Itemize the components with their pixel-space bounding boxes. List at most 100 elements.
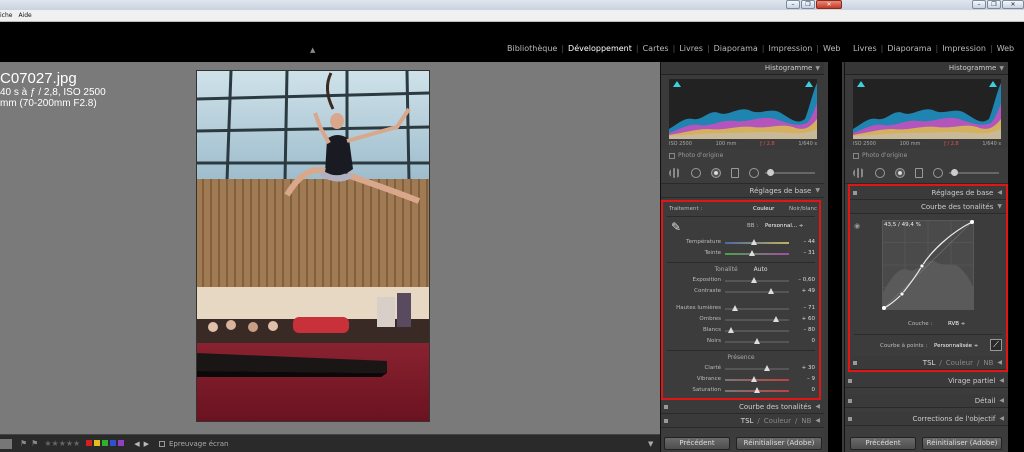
spot-removal-icon-2[interactable]	[875, 168, 885, 178]
reset-button[interactable]: Réinitialiser (Adobe)	[736, 436, 822, 450]
blacks-thumb[interactable]	[754, 338, 760, 344]
color-label-red[interactable]	[86, 439, 93, 446]
whites-value[interactable]: – 80	[804, 327, 816, 333]
whites-track[interactable]	[725, 330, 789, 332]
temperature-thumb[interactable]	[751, 239, 758, 245]
tone-curve-header-left[interactable]: Courbe des tonalités ◀	[661, 400, 824, 414]
basic-section-header-2[interactable]: Réglages de base ◀	[850, 186, 1006, 200]
vibrance-value[interactable]: – 9	[807, 376, 815, 382]
tint-thumb[interactable]	[748, 250, 755, 256]
graduated-filter-icon-2[interactable]	[915, 168, 923, 178]
histogram-header-2[interactable]: Histogramme ▼	[845, 62, 1008, 75]
maximize-button[interactable]: ❐	[801, 0, 815, 9]
blacks-value[interactable]: 0	[812, 338, 816, 344]
original-photo-checkbox[interactable]	[669, 152, 675, 159]
menu-fichier[interactable]: iche	[0, 12, 12, 19]
brush-slider-knob-2[interactable]	[951, 169, 958, 176]
red-eye-icon-2[interactable]	[895, 168, 905, 178]
treatment-bw-option[interactable]: Noir/blanc	[789, 206, 817, 212]
wb-select[interactable]: Personnal... ÷	[765, 223, 803, 229]
temperature-value[interactable]: – 44	[804, 239, 816, 245]
close-button-2[interactable]: ✕	[1002, 0, 1024, 9]
module-slideshow[interactable]: Diaporama	[711, 44, 761, 53]
highlights-value[interactable]: – 71	[804, 305, 816, 311]
detail-header[interactable]: Détail ◀	[845, 394, 1008, 408]
menu-aide[interactable]: Aide	[18, 12, 31, 19]
module-map[interactable]: Cartes	[640, 44, 672, 53]
original-photo-toggle-2[interactable]: Photo d'origine	[845, 149, 1008, 162]
hsl-header-left[interactable]: TSL / Couleur / NB ◀	[661, 414, 824, 428]
toolbar-menu-arrow-icon[interactable]: ▼	[648, 440, 653, 448]
color-label-blue[interactable]	[110, 439, 117, 446]
contrast-value[interactable]: + 49	[802, 288, 815, 294]
saturation-value[interactable]: 0	[812, 387, 816, 393]
color-tab-left[interactable]: Couleur	[764, 417, 791, 425]
module-book[interactable]: Livres	[676, 44, 706, 53]
module-web[interactable]: Web	[820, 44, 843, 53]
shadows-thumb[interactable]	[773, 316, 780, 322]
view-mode-icon[interactable]	[0, 438, 12, 449]
vibrance-thumb[interactable]	[751, 376, 758, 382]
shadows-track[interactable]	[725, 319, 789, 321]
channel-select[interactable]: RVB ÷	[948, 321, 965, 327]
star-rating[interactable]: ★★★★★	[44, 439, 80, 448]
color-label-green[interactable]	[102, 439, 109, 446]
exposure-track[interactable]	[725, 280, 789, 282]
bw-tab-left[interactable]: NB	[801, 417, 811, 425]
lens-corrections-header[interactable]: Corrections de l'objectif ◀	[845, 412, 1008, 426]
flag-icon[interactable]: ⚑	[20, 439, 27, 448]
collapse-top-arrow-icon[interactable]: ▲	[310, 46, 315, 54]
radial-filter-icon-2[interactable]	[933, 168, 943, 178]
point-edit-icon[interactable]: ⟋	[990, 339, 1002, 351]
original-photo-toggle[interactable]: Photo d'origine	[661, 149, 824, 162]
spot-removal-icon[interactable]	[691, 168, 701, 178]
treatment-color-option[interactable]: Couleur	[753, 206, 774, 212]
crop-grid-icon[interactable]	[669, 168, 681, 178]
color-label-purple[interactable]	[118, 439, 125, 446]
module-web-2[interactable]: Web	[994, 44, 1017, 53]
crop-grid-icon-2[interactable]	[853, 168, 865, 178]
prev-arrow-icon[interactable]: ◀	[134, 440, 139, 448]
target-adjust-icon[interactable]: ◉	[854, 222, 860, 230]
saturation-thumb[interactable]	[754, 387, 760, 393]
graduated-filter-icon[interactable]	[731, 168, 739, 178]
whites-thumb[interactable]	[728, 327, 735, 333]
highlights-thumb[interactable]	[731, 305, 738, 311]
tint-track[interactable]	[725, 253, 789, 255]
tone-curve-header[interactable]: Courbe des tonalités ▼	[850, 200, 1006, 214]
brush-slider-knob[interactable]	[767, 169, 774, 176]
gymnast-photo[interactable]	[196, 70, 430, 422]
previous-button[interactable]: Précédent	[664, 436, 730, 450]
module-book-2[interactable]: Livres	[850, 44, 880, 53]
exposure-value[interactable]: – 0,60	[798, 277, 815, 283]
tint-value[interactable]: – 31	[804, 250, 816, 256]
minimize-button[interactable]: –	[786, 0, 800, 9]
red-eye-icon[interactable]	[711, 168, 721, 178]
reset-button-2[interactable]: Réinitialiser (Adobe)	[922, 436, 1002, 450]
contrast-thumb[interactable]	[768, 288, 775, 294]
maximize-button-2[interactable]: ❐	[987, 0, 1001, 9]
exposure-thumb[interactable]	[750, 277, 757, 283]
contrast-track[interactable]	[725, 291, 789, 293]
clarity-track[interactable]	[725, 368, 789, 370]
module-print-2[interactable]: Impression	[939, 44, 989, 53]
close-button[interactable]: ✕	[816, 0, 842, 9]
histogram-header[interactable]: Histogramme ▼	[661, 62, 824, 75]
basic-section-header[interactable]: Réglages de base ▼	[661, 184, 824, 198]
color-label-yellow[interactable]	[94, 439, 101, 446]
hsl-header[interactable]: TSL / Couleur / NB ◀	[850, 356, 1006, 370]
split-toning-header[interactable]: Virage partiel ◀	[845, 374, 1008, 388]
next-arrow-icon[interactable]: ▶	[144, 440, 149, 448]
color-tab[interactable]: Couleur	[946, 359, 973, 367]
hsl-tab[interactable]: TSL	[923, 359, 936, 367]
tone-curve-graph[interactable]	[882, 220, 974, 310]
clarity-thumb[interactable]	[763, 365, 770, 371]
point-curve-select[interactable]: Personnalisée ÷	[934, 343, 978, 349]
clarity-value[interactable]: + 30	[802, 365, 815, 371]
shadows-value[interactable]: + 60	[802, 316, 815, 322]
auto-tone-button[interactable]: Auto	[754, 266, 768, 273]
module-library[interactable]: Bibliothèque	[504, 44, 560, 53]
module-develop[interactable]: Développement	[565, 44, 635, 53]
radial-filter-icon[interactable]	[749, 168, 759, 178]
softproof-checkbox[interactable]	[158, 440, 165, 447]
